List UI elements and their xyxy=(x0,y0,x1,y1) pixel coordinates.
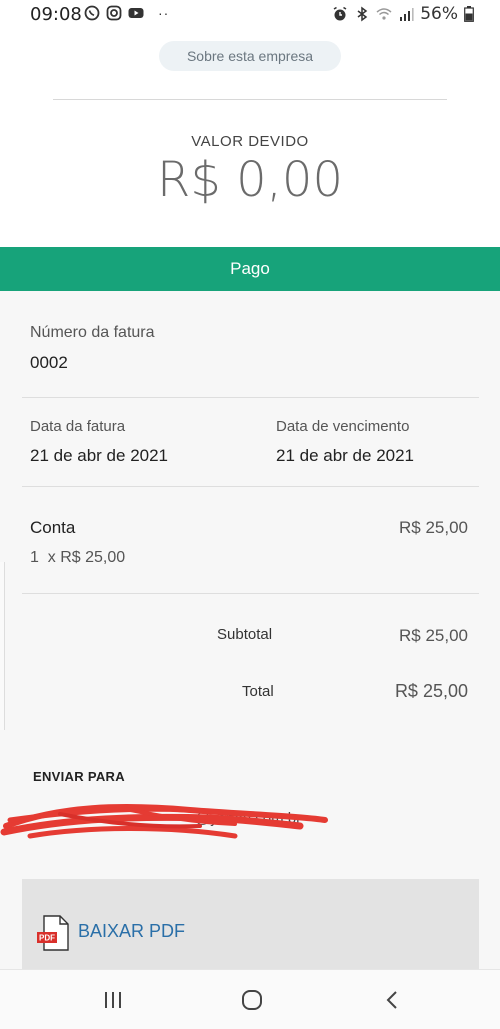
home-button[interactable] xyxy=(237,988,267,1012)
status-bar: 09:08 ·· 56% xyxy=(0,0,500,30)
more-notifications: ·· xyxy=(158,5,170,21)
svg-text:PDF: PDF xyxy=(39,934,55,943)
instagram-icon xyxy=(106,5,122,21)
divider xyxy=(22,397,479,398)
home-icon xyxy=(242,990,262,1010)
send-to-title: ENVIAR PARA xyxy=(33,769,125,784)
divider xyxy=(22,593,479,594)
invoice-date-value: 21 de abr de 2021 xyxy=(30,446,169,465)
redaction-scribble xyxy=(0,804,328,839)
line-item-name: Conta xyxy=(30,518,76,537)
recent-apps-button[interactable] xyxy=(98,988,128,1012)
status-time: 09:08 xyxy=(30,4,82,25)
bluetooth-icon xyxy=(357,6,368,22)
payment-status-banner: Pago xyxy=(0,247,500,291)
battery-icon xyxy=(464,6,474,22)
invoice-date-label: Data da fatura xyxy=(30,418,126,435)
invoice-number-label: Número da fatura xyxy=(30,324,155,341)
side-edge xyxy=(0,562,5,730)
divider xyxy=(22,486,479,487)
recent-apps-icon xyxy=(105,992,121,1008)
line-item-amount: R$ 25,00 xyxy=(399,518,468,537)
status-system: 56% xyxy=(332,4,474,24)
amount-due-label: VALOR DEVIDO xyxy=(191,133,309,150)
line-item-quantity-price: 1 x R$ 25,00 xyxy=(30,549,126,566)
pdf-file-icon: PDF xyxy=(37,915,69,951)
status-notifications: ·· xyxy=(84,5,169,21)
youtube-icon xyxy=(128,8,144,18)
due-date-label: Data de vencimento xyxy=(276,418,410,435)
alarm-icon xyxy=(333,6,347,21)
back-icon xyxy=(386,991,397,1009)
wifi-icon xyxy=(376,8,392,20)
subtotal-label: Subtotal xyxy=(217,626,273,643)
due-date-value: 21 de abr de 2021 xyxy=(276,446,415,465)
total-value: R$ 25,00 xyxy=(394,681,468,701)
divider xyxy=(53,99,447,100)
battery-percent: 56% xyxy=(420,4,458,24)
download-pdf-label[interactable]: BAIXAR PDF xyxy=(78,921,185,942)
signal-icon xyxy=(400,8,414,21)
invoice-number-value: 0002 xyxy=(30,353,68,372)
whatsapp-icon xyxy=(84,5,100,21)
subtotal-value: R$ 25,00 xyxy=(399,626,468,645)
system-navigation-bar xyxy=(0,969,500,1029)
amount-due-value: R$ 0,00 xyxy=(156,152,344,208)
total-label: Total xyxy=(242,683,274,700)
about-company-button[interactable]: Sobre esta empresa xyxy=(159,41,341,71)
back-button[interactable] xyxy=(377,988,407,1012)
